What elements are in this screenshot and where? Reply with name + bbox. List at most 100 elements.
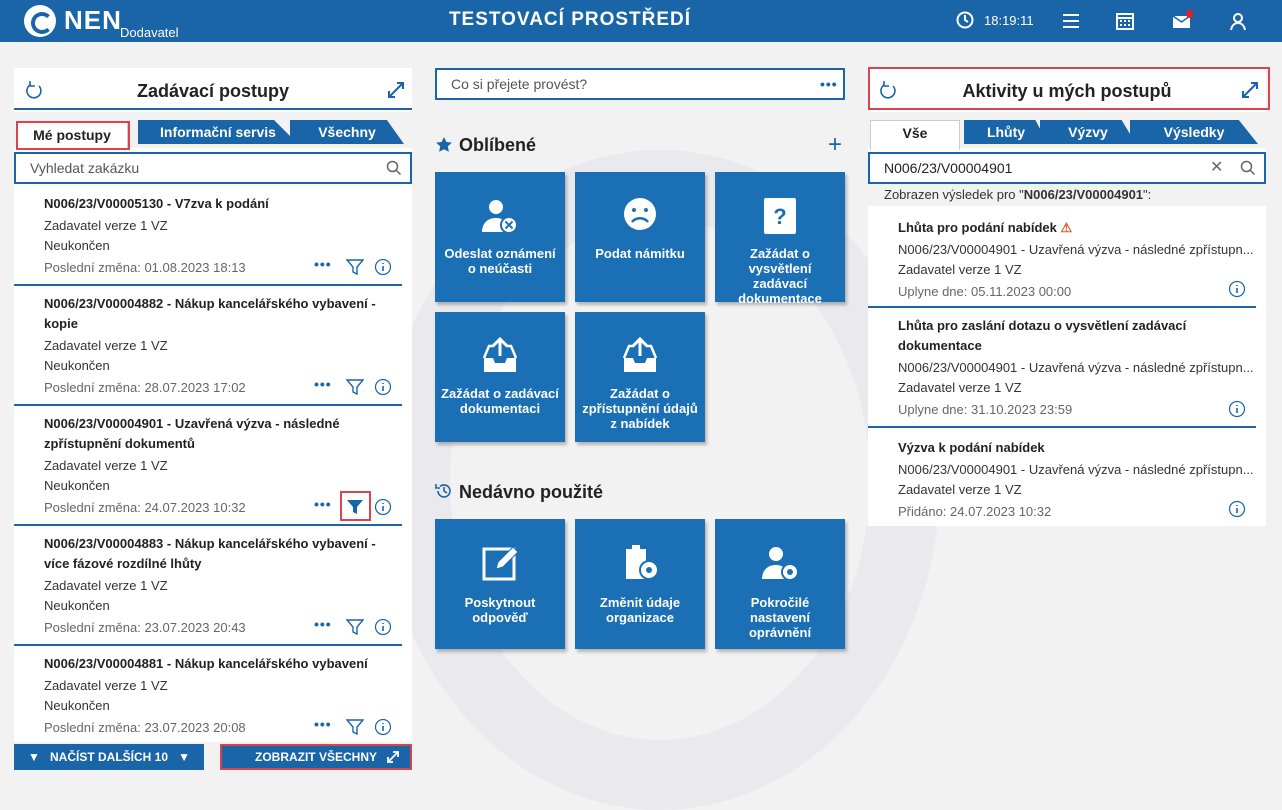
refresh-icon[interactable] (878, 80, 898, 100)
tile-label: Zažádat o zadávací dokumentaci (441, 386, 559, 416)
upload-tray-icon (622, 336, 658, 372)
svg-text:?: ? (773, 204, 786, 229)
tab-vyzvy[interactable]: Výzvy (1040, 120, 1136, 144)
tile-label: Pokročilé nastavení oprávnění (748, 595, 812, 640)
expand-icon[interactable] (1240, 80, 1260, 100)
tile-poskytnout-odpoved[interactable]: Poskytnout odpověď (435, 519, 565, 649)
more-options-icon[interactable]: ••• (314, 496, 332, 512)
activity-title[interactable]: Lhůta pro podání nabídek ⚠ (898, 218, 1256, 238)
activity-title[interactable]: Výzva k podání nabídek (898, 438, 1256, 458)
search-icon[interactable] (1240, 160, 1256, 176)
action-search-input[interactable]: Co si přejete provést? (435, 68, 845, 100)
user-cancel-icon (482, 200, 518, 234)
activity-date: Přidáno: 24.07.2023 10:32 (898, 504, 1052, 519)
calendar-icon[interactable] (1114, 10, 1136, 32)
search-icon[interactable] (386, 160, 402, 176)
activity-item[interactable]: Lhůta pro podání nabídek ⚠ N006/23/V0000… (868, 210, 1256, 308)
search-result-info: Zobrazen výsledek pro "N006/23/V00004901… (868, 184, 1266, 206)
info-icon[interactable] (374, 378, 392, 396)
info-icon[interactable] (374, 718, 392, 736)
filter-icon[interactable] (346, 258, 364, 276)
building-gear-icon (626, 545, 659, 580)
more-options-icon[interactable]: ••• (314, 616, 332, 632)
search-zakazka-input[interactable]: Vyhledat zakázku (14, 152, 412, 184)
favorites-title: Oblíbené (459, 135, 537, 155)
info-icon[interactable] (374, 258, 392, 276)
procedure-title[interactable]: N006/23/V00004901 - Uzavřená výzva - nás… (44, 414, 374, 454)
activity-org: Zadavatel verze 1 VZ (898, 380, 1022, 395)
procedure-item[interactable]: N006/23/V00005130 - V7zva k podání Zadav… (14, 188, 402, 286)
tile-podat-namitku[interactable]: Podat námitku (575, 172, 705, 302)
procedure-item[interactable]: N006/23/V00004883 - Nákup kancelářského … (14, 526, 402, 646)
procedure-title[interactable]: N006/23/V00004882 - Nákup kancelářského … (44, 294, 384, 334)
procedure-title[interactable]: N006/23/V00004883 - Nákup kancelářského … (44, 534, 384, 574)
more-options-icon[interactable]: ••• (314, 256, 332, 272)
more-options-icon[interactable]: ••• (820, 76, 838, 92)
mail-icon[interactable] (1171, 10, 1193, 32)
tile-label: Poskytnout odpověď (464, 595, 536, 625)
tab-vse[interactable]: Vše (870, 120, 960, 150)
expand-icon[interactable] (386, 80, 406, 100)
clock-icon (956, 11, 974, 29)
show-all-label: ZOBRAZIT VŠECHNY (254, 750, 377, 764)
procedure-title[interactable]: N006/23/V00004881 - Nákup kancelářského … (44, 654, 402, 674)
tile-zadat-dokumentaci[interactable]: Zažádat o zadávací dokumentaci (435, 312, 565, 442)
info-icon[interactable] (374, 498, 392, 516)
tab-informacni-servis[interactable]: Informační servis (138, 120, 298, 144)
filter-icon[interactable] (346, 718, 364, 736)
procedure-item[interactable]: N006/23/V00004901 - Uzavřená výzva - nás… (14, 406, 402, 526)
refresh-icon[interactable] (24, 80, 44, 100)
info-icon[interactable] (1228, 280, 1246, 298)
activity-item[interactable]: Výzva k podání nabídek N006/23/V00004901… (868, 428, 1256, 526)
filter-icon[interactable] (346, 618, 364, 636)
user-gear-icon (762, 547, 799, 581)
history-icon (435, 484, 451, 498)
upload-tray-icon (482, 336, 518, 372)
tab-me-postupy[interactable]: Mé postupy (16, 122, 128, 150)
load-more-button[interactable]: ▼ NAČÍST DALŠÍCH 10 ▼ (14, 744, 204, 770)
info-icon[interactable] (374, 618, 392, 636)
user-icon[interactable] (1227, 10, 1249, 32)
activity-item[interactable]: Lhůta pro zaslání dotazu o vysvětlení za… (868, 308, 1256, 428)
filter-icon[interactable] (346, 378, 364, 396)
procedure-title[interactable]: N006/23/V00005130 - V7zva k podání (44, 194, 402, 214)
procedure-org: Zadavatel verze 1 VZ (44, 578, 168, 593)
procedure-status: Neukončen (44, 358, 110, 373)
procedure-status: Neukončen (44, 598, 110, 613)
tab-vysledky[interactable]: Výsledky (1130, 120, 1258, 144)
activity-org: Zadavatel verze 1 VZ (898, 482, 1022, 497)
more-options-icon[interactable]: ••• (314, 376, 332, 392)
procedures-panel: Zadávací postupy Informační servis Všech… (14, 68, 412, 742)
activities-title: Aktivity u mých postupů (962, 81, 1172, 101)
info-icon[interactable] (1228, 400, 1246, 418)
tile-zmenit-udaje[interactable]: Změnit údaje organizace (575, 519, 705, 649)
tab-vsechny[interactable]: Všechny (290, 120, 404, 144)
tile-odeslat-oznameni[interactable]: Odeslat oznámení o neúčasti (435, 172, 565, 302)
tile-pokrocile-nastaveni[interactable]: Pokročilé nastavení oprávnění (715, 519, 845, 649)
procedure-item[interactable]: N006/23/V00004882 - Nákup kancelářského … (14, 286, 402, 406)
tab-lhuty[interactable]: Lhůty (964, 120, 1048, 144)
menu-icon[interactable] (1060, 10, 1082, 32)
result-suffix: ": (1143, 187, 1152, 202)
add-favorite-icon[interactable]: + (828, 131, 842, 159)
activity-search-input[interactable]: N006/23/V00004901 (868, 152, 1266, 184)
warning-icon: ⚠ (1060, 220, 1073, 235)
tile-zadat-zpristupneni[interactable]: Zažádat o zpřístupnění údajů z nabídek (575, 312, 705, 442)
activity-desc: N006/23/V00004901 - Uzavřená výzva - nás… (898, 462, 1254, 477)
procedure-status: Neukončen (44, 478, 110, 493)
show-all-button[interactable]: ZOBRAZIT VŠECHNY (220, 744, 412, 770)
more-options-icon[interactable]: ••• (314, 716, 332, 732)
procedure-org: Zadavatel verze 1 VZ (44, 678, 168, 693)
procedure-org: Zadavatel verze 1 VZ (44, 338, 168, 353)
filter-icon-active[interactable] (346, 498, 364, 516)
activity-title[interactable]: Lhůta pro zaslání dotazu o vysvětlení za… (898, 316, 1218, 356)
clear-icon[interactable]: ✕ (1210, 157, 1223, 177)
info-icon[interactable] (1228, 500, 1246, 518)
tile-zadat-vysvetleni[interactable]: ? Zažádat o vysvětlení zadávací dokument… (715, 172, 845, 306)
star-icon (436, 137, 452, 152)
activities-tab-bar: Lhůty Výzvy Výsledky Vše (868, 112, 1266, 150)
tile-label: Odeslat oznámení o neúčasti (444, 246, 556, 276)
chevron-down-icon: ▼ (178, 750, 190, 764)
tile-label: Podat námitku (595, 246, 685, 261)
procedure-item[interactable]: N006/23/V00004881 - Nákup kancelářského … (14, 646, 402, 742)
